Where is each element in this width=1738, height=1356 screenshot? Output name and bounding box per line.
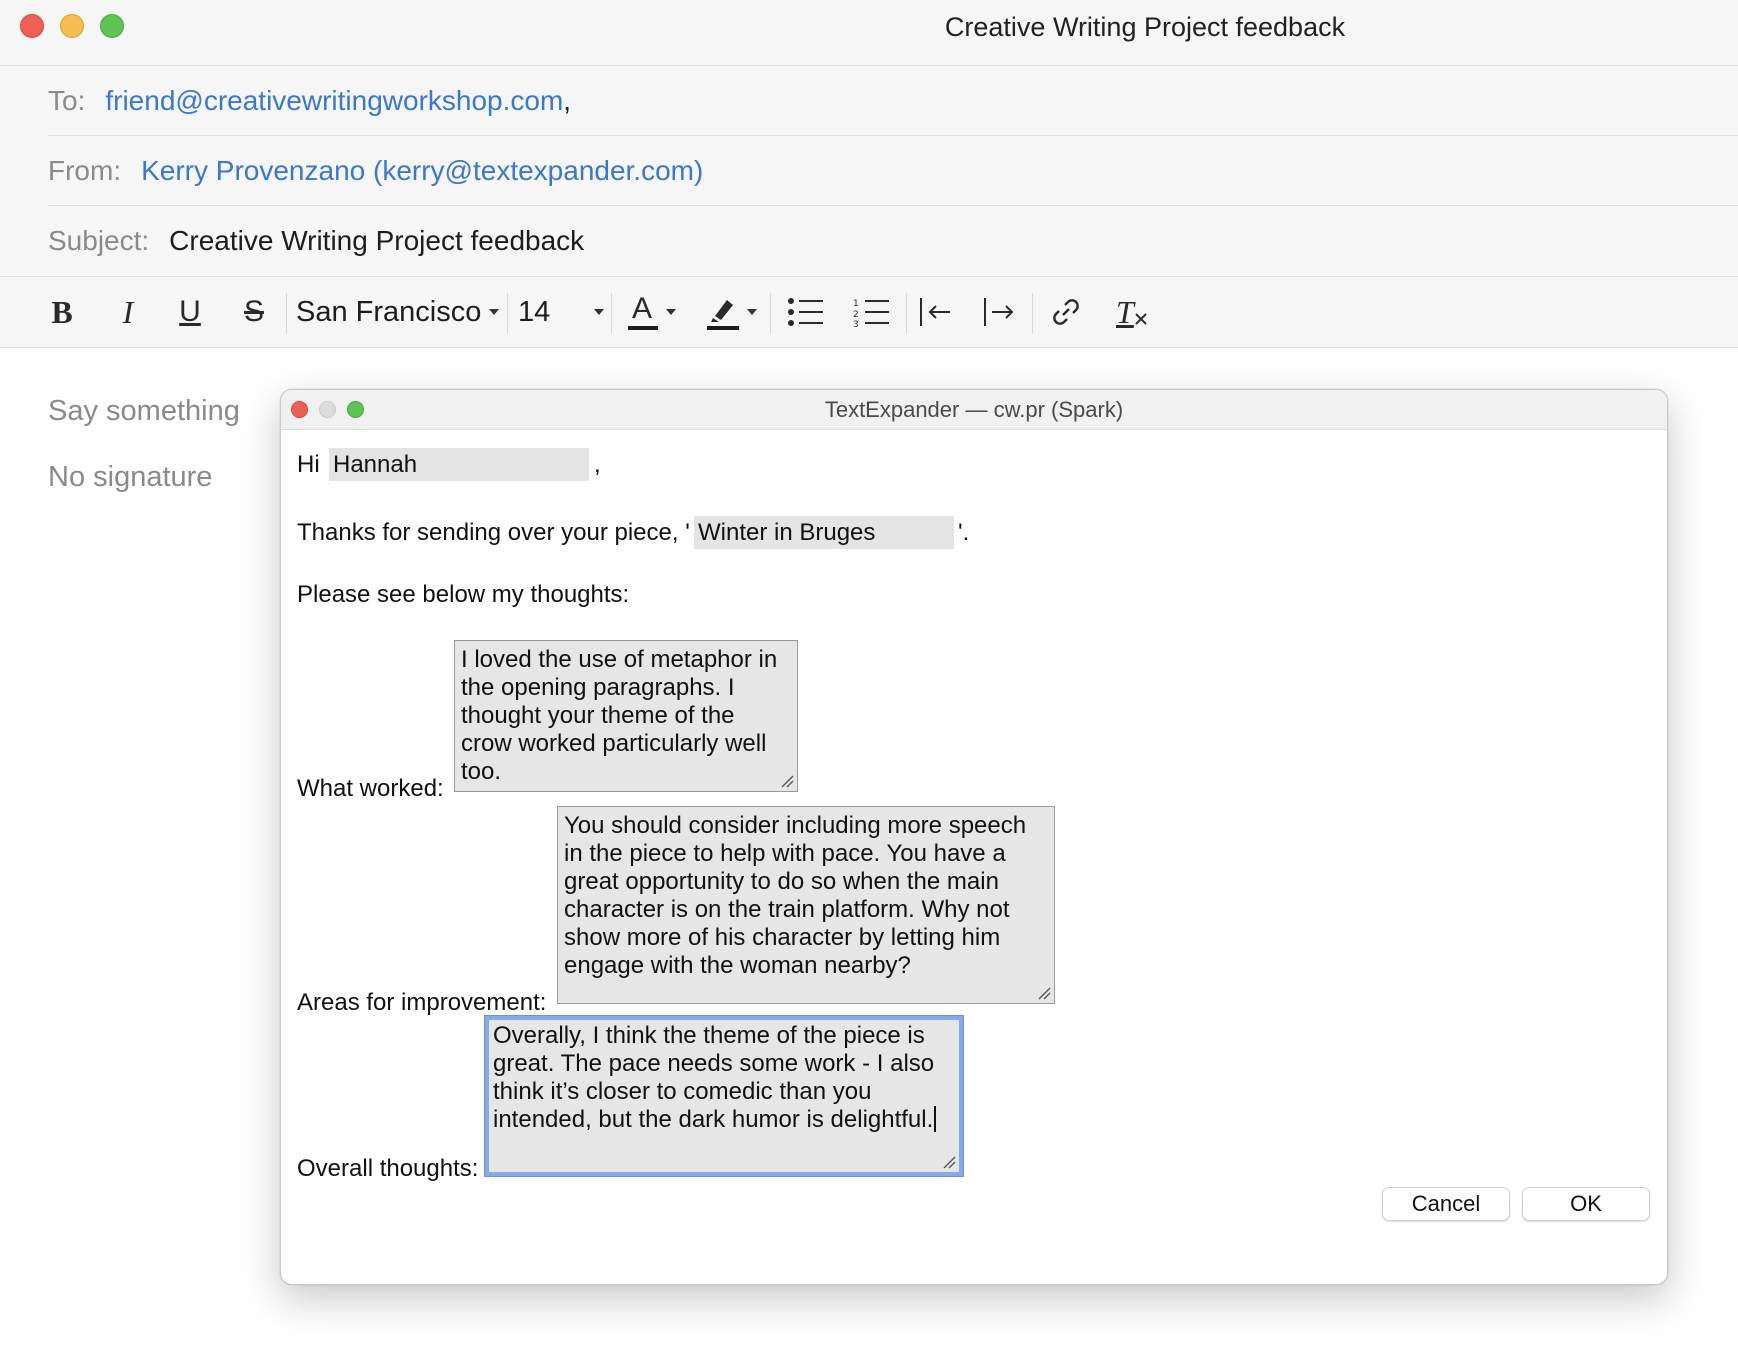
numbered-list-button[interactable]: 1 2 3 [852, 287, 892, 337]
numbered-list-icon: 1 2 3 [853, 299, 889, 327]
strikethrough-button[interactable]: S [236, 287, 272, 337]
subject-field[interactable]: Creative Writing Project feedback [169, 225, 584, 257]
bold-icon: B [51, 293, 73, 330]
chevron-down-icon [747, 309, 757, 315]
see-below-text: Please see below my thoughts: [297, 581, 630, 608]
dialog-title: TextExpander — cw.pr (Spark) [824, 397, 1124, 422]
toolbar-divider [507, 293, 508, 333]
toolbar-divider [1032, 293, 1033, 333]
format-toolbar: B I U S San Francisco 14 A 1 2 3 T [0, 276, 1738, 348]
indent-icon [984, 298, 1014, 326]
thanks-suffix: '. [958, 519, 970, 546]
bulleted-list-button[interactable] [786, 287, 826, 337]
strikethrough-icon: S [243, 295, 264, 328]
to-recipient[interactable]: friend@creativewritingworkshop.com [105, 85, 563, 117]
font-family-select[interactable]: San Francisco [296, 287, 501, 337]
overall-thoughts-textarea[interactable]: Overally, I think the theme of the piece… [485, 1016, 963, 1176]
areas-improvement-text: You should consider including more speec… [564, 812, 1027, 979]
clear-formatting-button[interactable]: T [1110, 287, 1154, 337]
link-icon [1053, 299, 1079, 325]
toolbar-divider [770, 293, 771, 333]
greeting-prefix: Hi [297, 451, 320, 478]
overall-thoughts-label: Overall thoughts: [297, 1155, 479, 1182]
highlight-color-button[interactable] [702, 287, 762, 337]
subject-row[interactable]: Subject: Creative Writing Project feedba… [48, 206, 1738, 276]
svg-text:3: 3 [853, 320, 859, 327]
toolbar-divider [611, 293, 612, 333]
overall-thoughts-text: Overally, I think the theme of the piece… [493, 1022, 935, 1133]
indent-button[interactable] [980, 287, 1020, 337]
textexpander-dialog: TextExpander — cw.pr (Spark) Hi Hannah ,… [280, 389, 1668, 1285]
underline-icon: U [179, 295, 201, 328]
chevron-down-icon [594, 309, 604, 315]
from-label: From: [48, 154, 122, 186]
font-family-value: San Francisco [296, 295, 482, 328]
clear-formatting-icon: T [1114, 292, 1150, 332]
highlighter-icon [707, 292, 739, 332]
chevron-down-icon [489, 309, 500, 315]
to-separator: , [563, 84, 572, 116]
window-title: Creative Writing Project feedback [944, 12, 1346, 42]
what-worked-text: I loved the use of metaphor in the openi… [461, 646, 778, 785]
from-row[interactable]: From: Kerry Provenzano (kerry@textexpand… [48, 136, 1738, 206]
from-sender[interactable]: Kerry Provenzano (kerry@textexpander.com… [141, 155, 703, 187]
signature-selector[interactable]: No signature [48, 461, 212, 494]
name-field[interactable]: Hannah [329, 448, 589, 481]
insert-link-button[interactable] [1046, 287, 1086, 337]
subject-label: Subject: [48, 225, 150, 256]
chevron-down-icon [666, 309, 676, 315]
compose-header: To: friend@creativewritingworkshop.com, … [0, 66, 1738, 276]
dialog-titlebar: TextExpander — cw.pr (Spark) [281, 390, 1667, 430]
italic-icon: I [122, 293, 134, 330]
thanks-prefix: Thanks for sending over your piece, ' [297, 519, 690, 546]
bulleted-list-icon [788, 298, 823, 326]
text-cursor [934, 1106, 937, 1132]
resize-grip-icon[interactable] [780, 774, 794, 788]
underline-button[interactable]: U [172, 287, 208, 337]
areas-improvement-textarea[interactable]: You should consider including more speec… [557, 806, 1055, 1004]
greeting-suffix: , [594, 451, 601, 478]
outdent-button[interactable] [916, 287, 956, 337]
font-size-value: 14 [518, 295, 551, 328]
text-color-icon: A [628, 292, 658, 332]
cancel-button[interactable]: Cancel [1382, 1187, 1510, 1221]
areas-improvement-label: Areas for improvement: [297, 989, 547, 1016]
piece-title-field[interactable]: Winter in Bruges [694, 516, 954, 549]
resize-grip-icon[interactable] [1037, 986, 1051, 1000]
svg-text:1: 1 [853, 299, 859, 309]
svg-text:2: 2 [853, 310, 859, 320]
bold-button[interactable]: B [44, 287, 80, 337]
font-size-select[interactable]: 14 [518, 287, 604, 337]
to-row[interactable]: To: friend@creativewritingworkshop.com, [48, 66, 1738, 136]
resize-grip-icon[interactable] [942, 1155, 956, 1169]
text-color-button[interactable]: A [624, 287, 680, 337]
what-worked-label: What worked: [297, 775, 444, 802]
what-worked-textarea[interactable]: I loved the use of metaphor in the openi… [454, 640, 798, 792]
toolbar-divider [286, 293, 287, 333]
toolbar-divider [906, 293, 907, 333]
say-something-placeholder[interactable]: Say something [48, 395, 240, 428]
ok-button[interactable]: OK [1522, 1187, 1650, 1221]
italic-button[interactable]: I [110, 287, 146, 337]
window-titlebar: Creative Writing Project feedback [0, 0, 1738, 66]
to-label: To: [48, 84, 86, 116]
outdent-icon [920, 298, 950, 326]
